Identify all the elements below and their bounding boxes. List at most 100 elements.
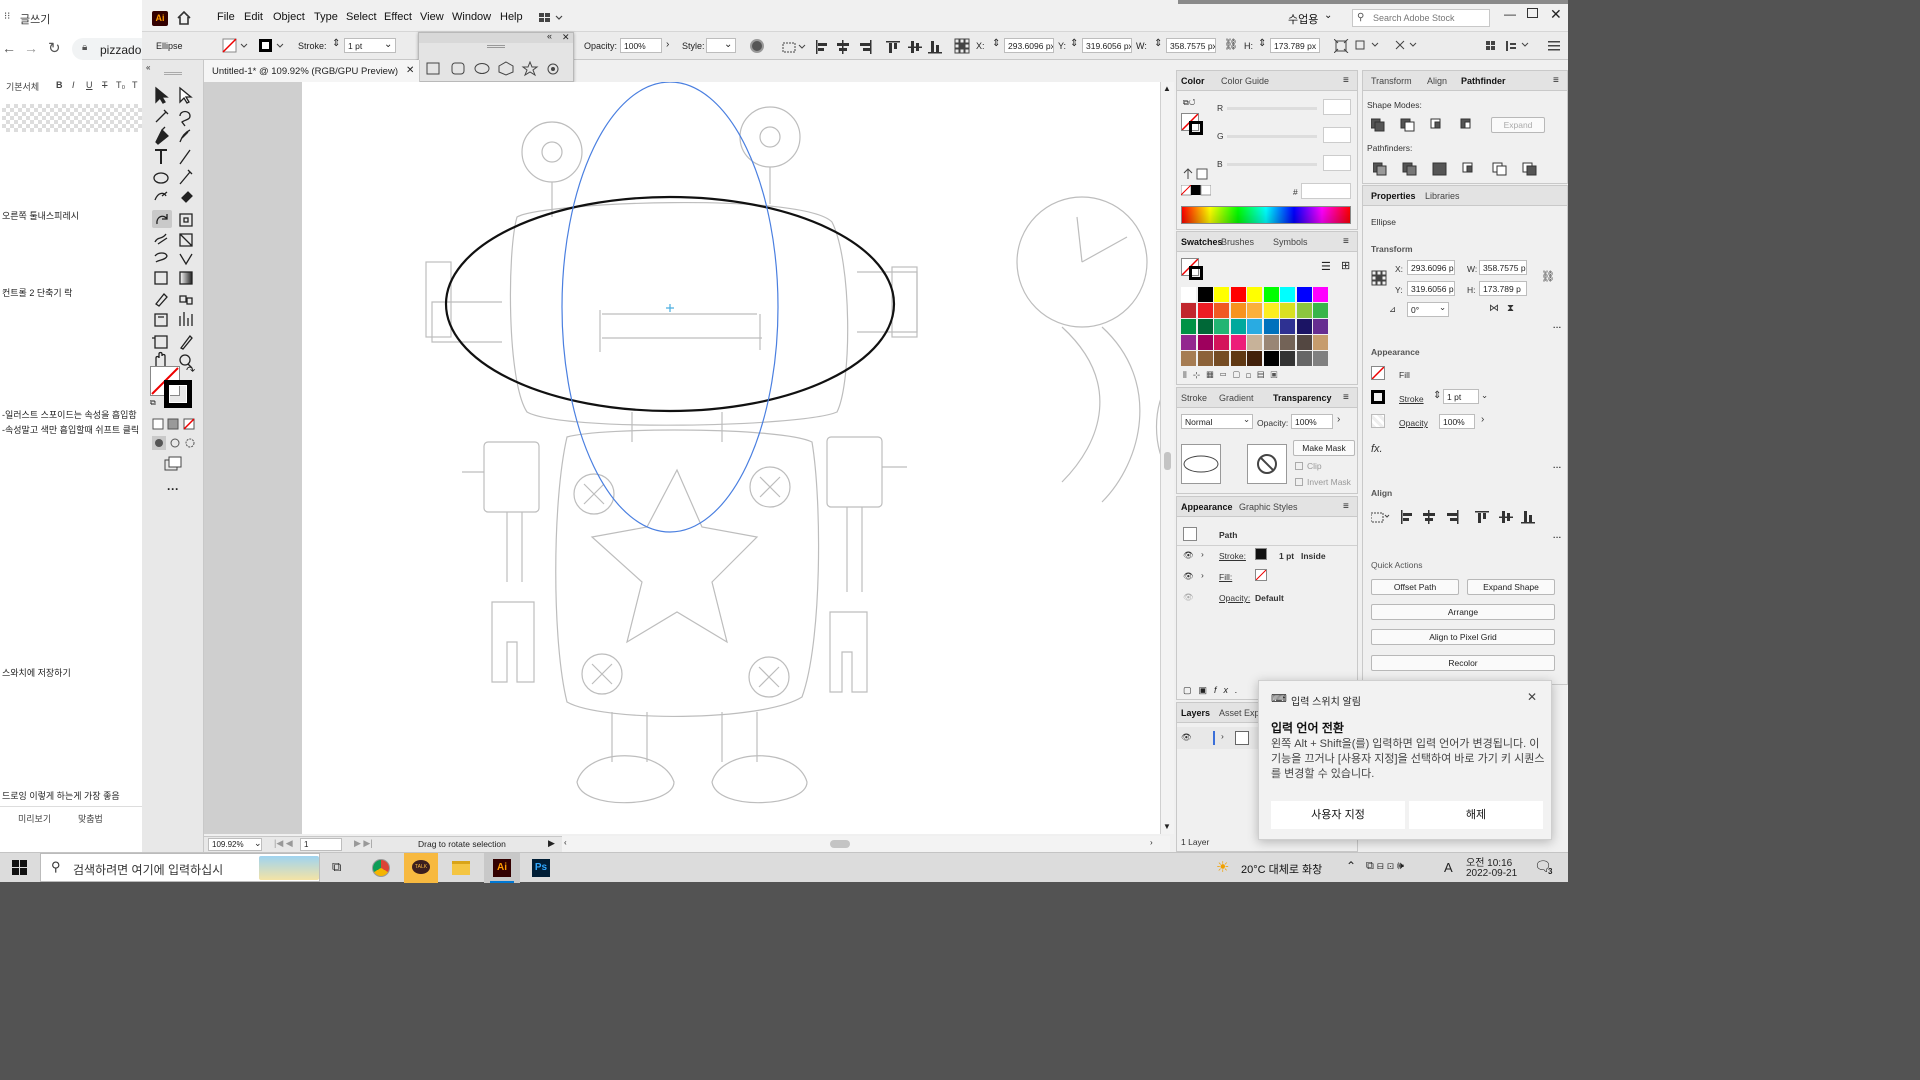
swatch-actions[interactable]: ⫴⊹▦▭▢◻▤▣	[1183, 370, 1353, 382]
g-input[interactable]	[1323, 127, 1351, 143]
tab-libraries[interactable]: Libraries	[1425, 191, 1460, 201]
stroke-stepper-icon[interactable]: ⇕	[1433, 390, 1441, 401]
panel-menu-icon[interactable]: ≡	[1343, 236, 1353, 247]
swatch[interactable]	[1197, 287, 1213, 302]
chrome-icon[interactable]	[372, 859, 390, 877]
horizontal-scrollbar[interactable]: ‹ ›	[562, 836, 1170, 852]
panel-menu-icon[interactable]: ≡	[1343, 392, 1353, 403]
fill-swatch[interactable]	[1371, 366, 1385, 380]
workspace-switcher[interactable]: 수업용	[1288, 11, 1318, 27]
swatch[interactable]	[1247, 351, 1262, 366]
swatch[interactable]	[1197, 351, 1213, 366]
swatch[interactable]	[1280, 319, 1295, 334]
maximize-button[interactable]	[1527, 8, 1538, 18]
default-colors-icon[interactable]: ⧉	[150, 398, 156, 408]
swatch[interactable]	[1247, 335, 1262, 350]
swatch[interactable]	[1230, 335, 1246, 350]
swatch[interactable]	[1263, 319, 1279, 334]
reference-point-icon[interactable]	[1371, 270, 1387, 286]
align-pixel-grid-button[interactable]: Align to Pixel Grid	[1371, 629, 1555, 645]
swatch[interactable]	[1197, 303, 1213, 318]
flip-horizontal-icon[interactable]: ⋈	[1489, 303, 1499, 314]
r-input[interactable]	[1323, 99, 1351, 115]
float-panel-header[interactable]: « ✕	[419, 31, 573, 43]
swatch[interactable]	[1230, 319, 1246, 334]
home-icon[interactable]	[176, 11, 192, 25]
y-stepper-icon[interactable]: ⇕	[1070, 38, 1078, 49]
swatch[interactable]	[1214, 351, 1229, 366]
back-arrow-icon[interactable]: ←	[2, 40, 16, 56]
tab-graphic-styles[interactable]: Graphic Styles	[1239, 502, 1298, 512]
kakaotalk-icon[interactable]: TALK	[404, 853, 438, 883]
expand-shape-button[interactable]: Expand Shape	[1467, 579, 1555, 595]
swatch[interactable]	[1313, 319, 1328, 334]
close-window-button[interactable]: ✕	[1550, 6, 1562, 23]
swatch[interactable]	[1313, 303, 1328, 318]
g-slider[interactable]	[1227, 135, 1317, 138]
swatch[interactable]	[1296, 303, 1312, 318]
swatch[interactable]	[1247, 303, 1262, 318]
chevron-right-icon[interactable]: ›	[666, 39, 669, 50]
photoshop-icon[interactable]: Ps	[532, 859, 550, 877]
taskbar-search-box[interactable]: ⚲ 검색하려면 여기에 입력하십시	[40, 853, 320, 882]
stroke-swatch[interactable]	[1189, 121, 1203, 135]
screen-mode-icon[interactable]	[164, 456, 184, 472]
dismiss-button[interactable]: 해제	[1409, 801, 1543, 829]
stroke-color-chip[interactable]	[1255, 548, 1267, 560]
swatch[interactable]	[1247, 319, 1262, 334]
stroke-swatch[interactable]	[1371, 390, 1385, 404]
clip-checkbox[interactable]	[1295, 462, 1303, 470]
chevron-right-icon[interactable]: ›	[1337, 414, 1340, 425]
swatch[interactable]	[1280, 351, 1295, 366]
offset-path-button[interactable]: Offset Path	[1371, 579, 1459, 595]
artboard[interactable]	[302, 82, 1170, 834]
swatch[interactable]	[1313, 287, 1328, 302]
out-of-gamut-icons[interactable]	[1183, 167, 1209, 181]
tab-properties[interactable]: Properties	[1371, 191, 1416, 201]
chevron-left-icon[interactable]: ‹	[564, 838, 567, 847]
chevron-right-icon[interactable]: ▶	[548, 838, 555, 849]
fill-swatch[interactable]	[222, 38, 250, 54]
transform-tools-icon[interactable]	[1334, 39, 1434, 53]
h-input[interactable]: 173.789 px	[1270, 38, 1320, 53]
swatch[interactable]	[1296, 319, 1312, 334]
swatch[interactable]	[1313, 351, 1328, 366]
tab-appearance[interactable]: Appearance	[1181, 502, 1233, 512]
h-stepper-icon[interactable]: ⇕	[1258, 38, 1266, 49]
scroll-thumb[interactable]	[1164, 452, 1171, 470]
opacity-input[interactable]: 100%	[1291, 414, 1333, 429]
swatch[interactable]	[1280, 287, 1295, 302]
vertical-scrollbar[interactable]: ▲ ▼	[1160, 82, 1174, 834]
more-options-icon[interactable]: ···	[1553, 462, 1562, 472]
y-input[interactable]: 319.6056 p	[1407, 281, 1455, 296]
eye-icon[interactable]: 👁︎	[1183, 571, 1194, 582]
stroke-stepper-icon[interactable]: ⇕	[332, 38, 340, 49]
stroke-swatch[interactable]	[258, 38, 286, 54]
bold-button[interactable]: B	[56, 80, 63, 90]
opacity-input[interactable]: 100%	[1439, 414, 1475, 429]
tab-pathfinder[interactable]: Pathfinder	[1461, 76, 1506, 86]
tab-layers[interactable]: Layers	[1181, 708, 1210, 718]
swatch[interactable]	[1197, 319, 1213, 334]
tray-icons[interactable]: ⧉ ⊟ ⊡ 🕪︎	[1366, 860, 1404, 873]
ime-indicator[interactable]: A	[1444, 860, 1453, 875]
invert-mask-checkbox[interactable]	[1295, 478, 1303, 486]
tab-transparency[interactable]: Transparency	[1273, 393, 1332, 403]
swatch[interactable]	[1230, 287, 1246, 302]
swatch[interactable]	[1263, 351, 1279, 366]
swatch[interactable]	[1181, 335, 1196, 350]
close-icon[interactable]: ✕	[562, 32, 570, 43]
w-input[interactable]: 358.7575 p	[1479, 260, 1527, 275]
browser-tab[interactable]: ⁝⁝ 글쓰기	[0, 8, 142, 28]
tab-transform[interactable]: Transform	[1371, 76, 1412, 86]
none-black-white-swatches[interactable]	[1181, 185, 1211, 197]
collapse-icon[interactable]: «	[547, 31, 552, 41]
grid-view-icon[interactable]: ⊞	[1341, 259, 1350, 272]
w-stepper-icon[interactable]: ⇕	[1154, 38, 1162, 49]
y-input[interactable]: 319.6056 px	[1082, 38, 1132, 53]
menu-type[interactable]: Type	[314, 11, 338, 23]
recolor-icon[interactable]	[750, 39, 764, 53]
file-explorer-icon[interactable]	[452, 861, 470, 875]
more-options-icon[interactable]: ···	[1553, 532, 1562, 542]
font-select[interactable]: 기본서체	[6, 80, 39, 93]
